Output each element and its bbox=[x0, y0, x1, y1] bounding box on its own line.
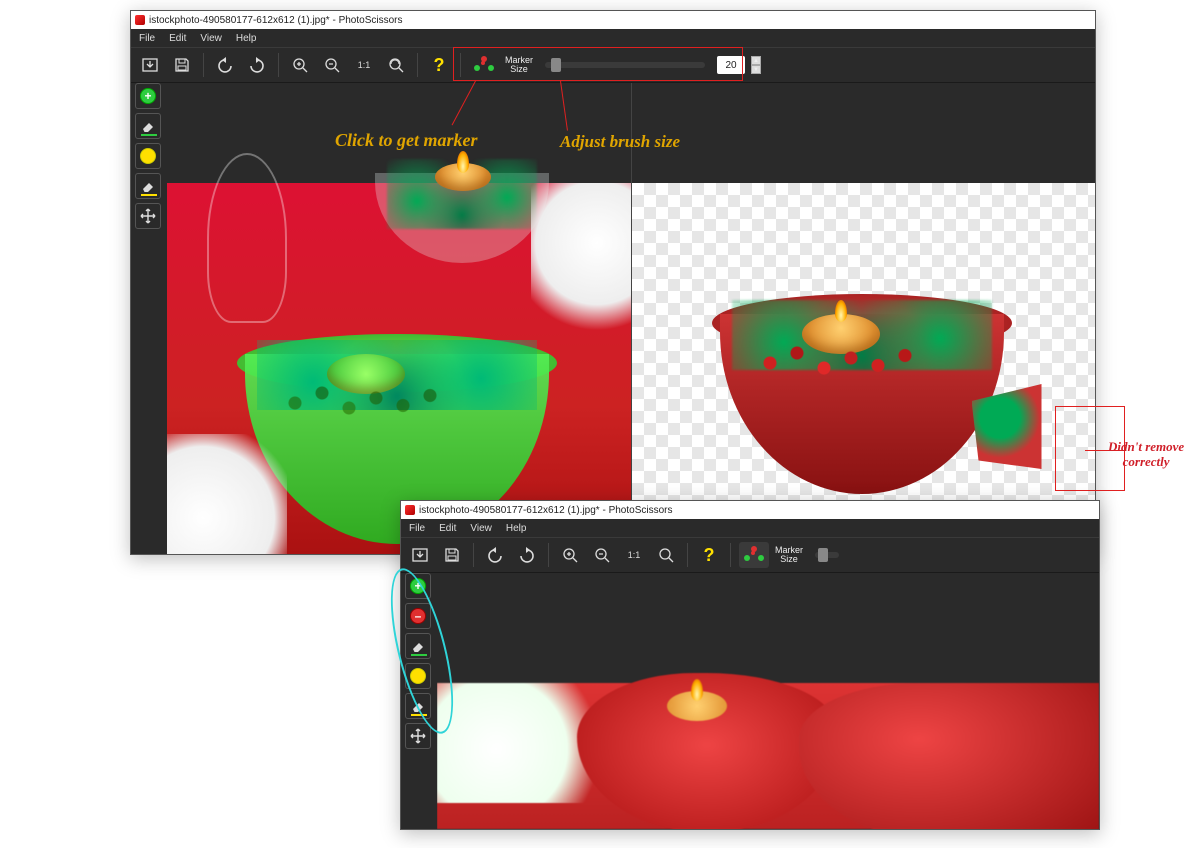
eraser-highlight-button[interactable] bbox=[135, 173, 161, 199]
menu-view[interactable]: View bbox=[470, 523, 492, 534]
save-button[interactable] bbox=[439, 542, 465, 568]
menu-edit[interactable]: Edit bbox=[439, 523, 456, 534]
divider bbox=[548, 543, 549, 567]
menu-edit[interactable]: Edit bbox=[169, 33, 186, 44]
divider bbox=[687, 543, 688, 567]
menu-file[interactable]: File bbox=[139, 33, 155, 44]
cutout-object bbox=[712, 294, 1012, 494]
window-title: istockphoto-490580177-612x612 (1).jpg* -… bbox=[419, 505, 673, 516]
divider bbox=[417, 53, 418, 77]
side-toolbar: + bbox=[135, 83, 161, 229]
annotation-didnt-remove: Didn't remove correctly bbox=[1108, 440, 1184, 470]
menu-file[interactable]: File bbox=[409, 523, 425, 534]
titlebar: istockphoto-490580177-612x612 (1).jpg* -… bbox=[131, 11, 1095, 29]
open-button[interactable] bbox=[407, 542, 433, 568]
divider bbox=[730, 543, 731, 567]
source-pane[interactable] bbox=[167, 83, 631, 554]
move-tool-button[interactable] bbox=[405, 723, 431, 749]
menu-view[interactable]: View bbox=[200, 33, 222, 44]
zoom-out-button[interactable] bbox=[589, 542, 615, 568]
help-button[interactable]: ? bbox=[426, 52, 452, 78]
zoom-1to1-button[interactable]: 1:1 bbox=[351, 52, 377, 78]
annotation-adjust-brush: Adjust brush size bbox=[560, 132, 680, 152]
zoom-fit-button[interactable] bbox=[383, 52, 409, 78]
source-image bbox=[437, 683, 1099, 829]
result-image bbox=[632, 183, 1096, 554]
highlight-marker-button[interactable] bbox=[135, 143, 161, 169]
menu-help[interactable]: Help bbox=[506, 523, 527, 534]
divider bbox=[203, 53, 204, 77]
app-logo-icon bbox=[135, 15, 145, 25]
brush-size-slider[interactable] bbox=[815, 552, 839, 558]
undo-button[interactable] bbox=[212, 52, 238, 78]
annotation-click-marker: Click to get marker bbox=[335, 130, 478, 151]
menubar: File Edit View Help bbox=[131, 29, 1095, 47]
brush-size-spinner[interactable]: ▲▼ bbox=[751, 56, 761, 74]
zoom-fit-button[interactable] bbox=[653, 542, 679, 568]
menubar: File Edit View Help bbox=[401, 519, 1099, 537]
menu-help[interactable]: Help bbox=[236, 33, 257, 44]
source-pane[interactable] bbox=[437, 573, 1099, 829]
source-image bbox=[167, 183, 631, 554]
divider bbox=[278, 53, 279, 77]
marker-size-label: Marker Size bbox=[775, 546, 803, 564]
zoom-out-button[interactable] bbox=[319, 52, 345, 78]
result-pane[interactable] bbox=[631, 83, 1096, 554]
save-button[interactable] bbox=[169, 52, 195, 78]
marker-tool-button[interactable] bbox=[739, 542, 769, 568]
canvas-area bbox=[437, 573, 1099, 829]
undo-button[interactable] bbox=[482, 542, 508, 568]
main-toolbar: 1:1 ? Marker Size bbox=[401, 537, 1099, 573]
redo-button[interactable] bbox=[514, 542, 540, 568]
foreground-marker-button[interactable]: + bbox=[135, 83, 161, 109]
eraser-foreground-button[interactable] bbox=[135, 113, 161, 139]
zoom-in-button[interactable] bbox=[557, 542, 583, 568]
divider bbox=[473, 543, 474, 567]
titlebar: istockphoto-490580177-612x612 (1).jpg* -… bbox=[401, 501, 1099, 519]
move-tool-button[interactable] bbox=[135, 203, 161, 229]
window-title: istockphoto-490580177-612x612 (1).jpg* -… bbox=[149, 15, 403, 26]
zoom-in-button[interactable] bbox=[287, 52, 313, 78]
redo-button[interactable] bbox=[244, 52, 270, 78]
annotation-box-marker-controls bbox=[453, 47, 743, 81]
photoscissors-window-inset: istockphoto-490580177-612x612 (1).jpg* -… bbox=[400, 500, 1100, 830]
app-logo-icon bbox=[405, 505, 415, 515]
help-button[interactable]: ? bbox=[696, 542, 722, 568]
marker-icon bbox=[744, 545, 764, 565]
canvas-area bbox=[167, 83, 1095, 554]
photoscissors-window-main: istockphoto-490580177-612x612 (1).jpg* -… bbox=[130, 10, 1096, 555]
open-button[interactable] bbox=[137, 52, 163, 78]
zoom-1to1-button[interactable]: 1:1 bbox=[621, 542, 647, 568]
